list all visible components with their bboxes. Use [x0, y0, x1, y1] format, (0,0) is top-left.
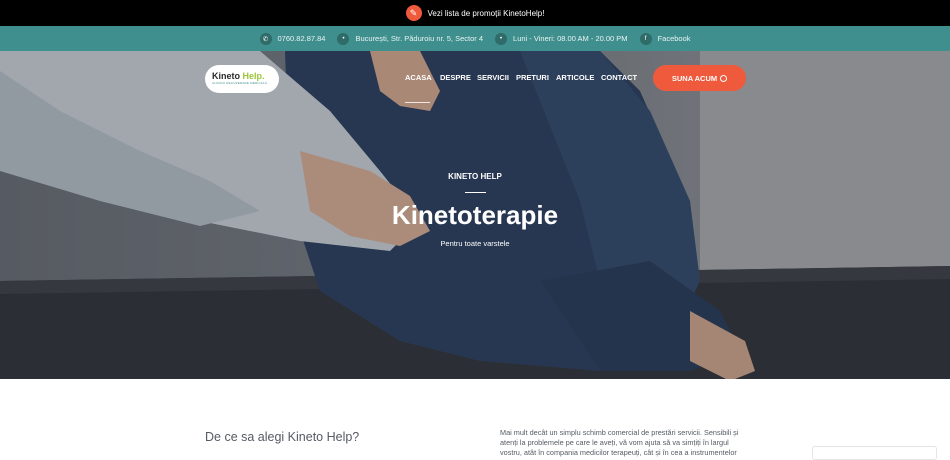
nav-articole[interactable]: ARTICOLE: [556, 73, 594, 82]
contact-address-text: București, Str. Păduroiu nr. 5, Sector 4: [355, 34, 484, 43]
facebook-icon: f: [639, 32, 652, 45]
promo-bar[interactable]: ✎ Vezi lista de promoții KinetoHelp!: [0, 0, 950, 26]
contact-hours: • Luni - Vineri: 08.00 AM - 20.00 PM: [495, 32, 628, 45]
nav-active-underline: [405, 102, 430, 103]
nav-contact[interactable]: CONTACT: [601, 73, 637, 82]
contact-phone[interactable]: ✆ 0760.82.87.84: [259, 32, 326, 45]
about-title: De ce sa alegi Kineto Help?: [205, 430, 360, 444]
contact-phone-text: 0760.82.87.84: [277, 34, 326, 43]
map-pin-icon: •: [337, 32, 350, 45]
nav-preturi[interactable]: PRETURI: [516, 73, 549, 82]
call-now-label: SUNA ACUM: [671, 73, 718, 83]
promo-text[interactable]: Vezi lista de promoții KinetoHelp!: [428, 9, 545, 18]
side-card: [812, 446, 937, 460]
clock-icon: •: [495, 32, 508, 45]
contact-facebook[interactable]: f Facebook: [639, 32, 691, 45]
contact-address: • București, Str. Păduroiu nr. 5, Sector…: [337, 32, 484, 45]
nav-acasa[interactable]: ACASA: [405, 73, 432, 82]
hero-title: Kinetoterapie: [391, 200, 559, 230]
contact-hours-text: Luni - Vineri: 08.00 AM - 20.00 PM: [513, 34, 628, 43]
tag-icon: ✎: [405, 5, 422, 21]
phone-circle-icon: [720, 74, 728, 82]
nav-despre[interactable]: DESPRE: [440, 73, 471, 82]
main-nav: ACASA DESPRE SERVICII PRETURI ARTICOLE C…: [0, 73, 950, 85]
phone-icon: ✆: [259, 32, 272, 45]
contact-facebook-text: Facebook: [657, 34, 691, 43]
nav-servicii[interactable]: SERVICII: [477, 73, 509, 82]
hero-subtitle: Pentru toate varstele: [440, 239, 510, 248]
hero-kicker: KINETO HELP: [448, 172, 502, 181]
call-now-button[interactable]: SUNA ACUM: [653, 65, 746, 91]
hero-kicker-divider: [465, 192, 486, 193]
hero-section: Kineto Help. CLINICĂ RECUPERARE MEDICALĂ…: [0, 51, 950, 379]
contact-bar: ✆ 0760.82.87.84 • București, Str. Păduro…: [0, 26, 950, 51]
